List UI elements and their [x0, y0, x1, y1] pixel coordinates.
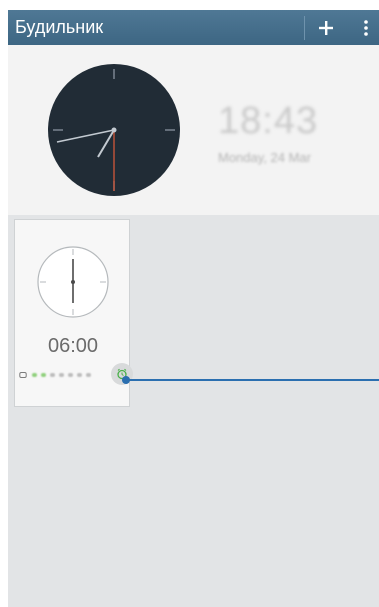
callout-line [125, 379, 379, 381]
day-indicator [68, 373, 73, 377]
alarm-clock-face-icon [37, 246, 109, 318]
day-indicator [86, 373, 91, 377]
app-frame: Будильник 18:43 Monday, 24 Mar 06:00 [8, 10, 379, 607]
alarm-time: 06:00 [47, 335, 99, 357]
add-alarm-button[interactable] [309, 10, 343, 45]
action-bar: Будильник [8, 10, 379, 45]
repeat-days [19, 368, 109, 382]
callout-dot [122, 376, 130, 384]
day-indicator [59, 373, 64, 377]
divider [304, 16, 305, 40]
analog-clock [48, 64, 180, 196]
more-options-button[interactable] [353, 10, 379, 45]
alarm-card[interactable]: 06:00 [14, 219, 133, 407]
day-indicator [77, 373, 82, 377]
weekday-indicators [32, 373, 91, 377]
day-indicator [50, 373, 55, 377]
day-indicator [32, 373, 37, 377]
clock-panel: 18:43 Monday, 24 Mar [8, 45, 379, 215]
digital-date: Monday, 24 Mar [218, 150, 311, 165]
more-vertical-icon [364, 19, 368, 36]
repeat-icon [19, 372, 27, 378]
plus-icon [319, 20, 333, 35]
day-indicator [41, 373, 46, 377]
digital-time: 18:43 [218, 100, 319, 142]
